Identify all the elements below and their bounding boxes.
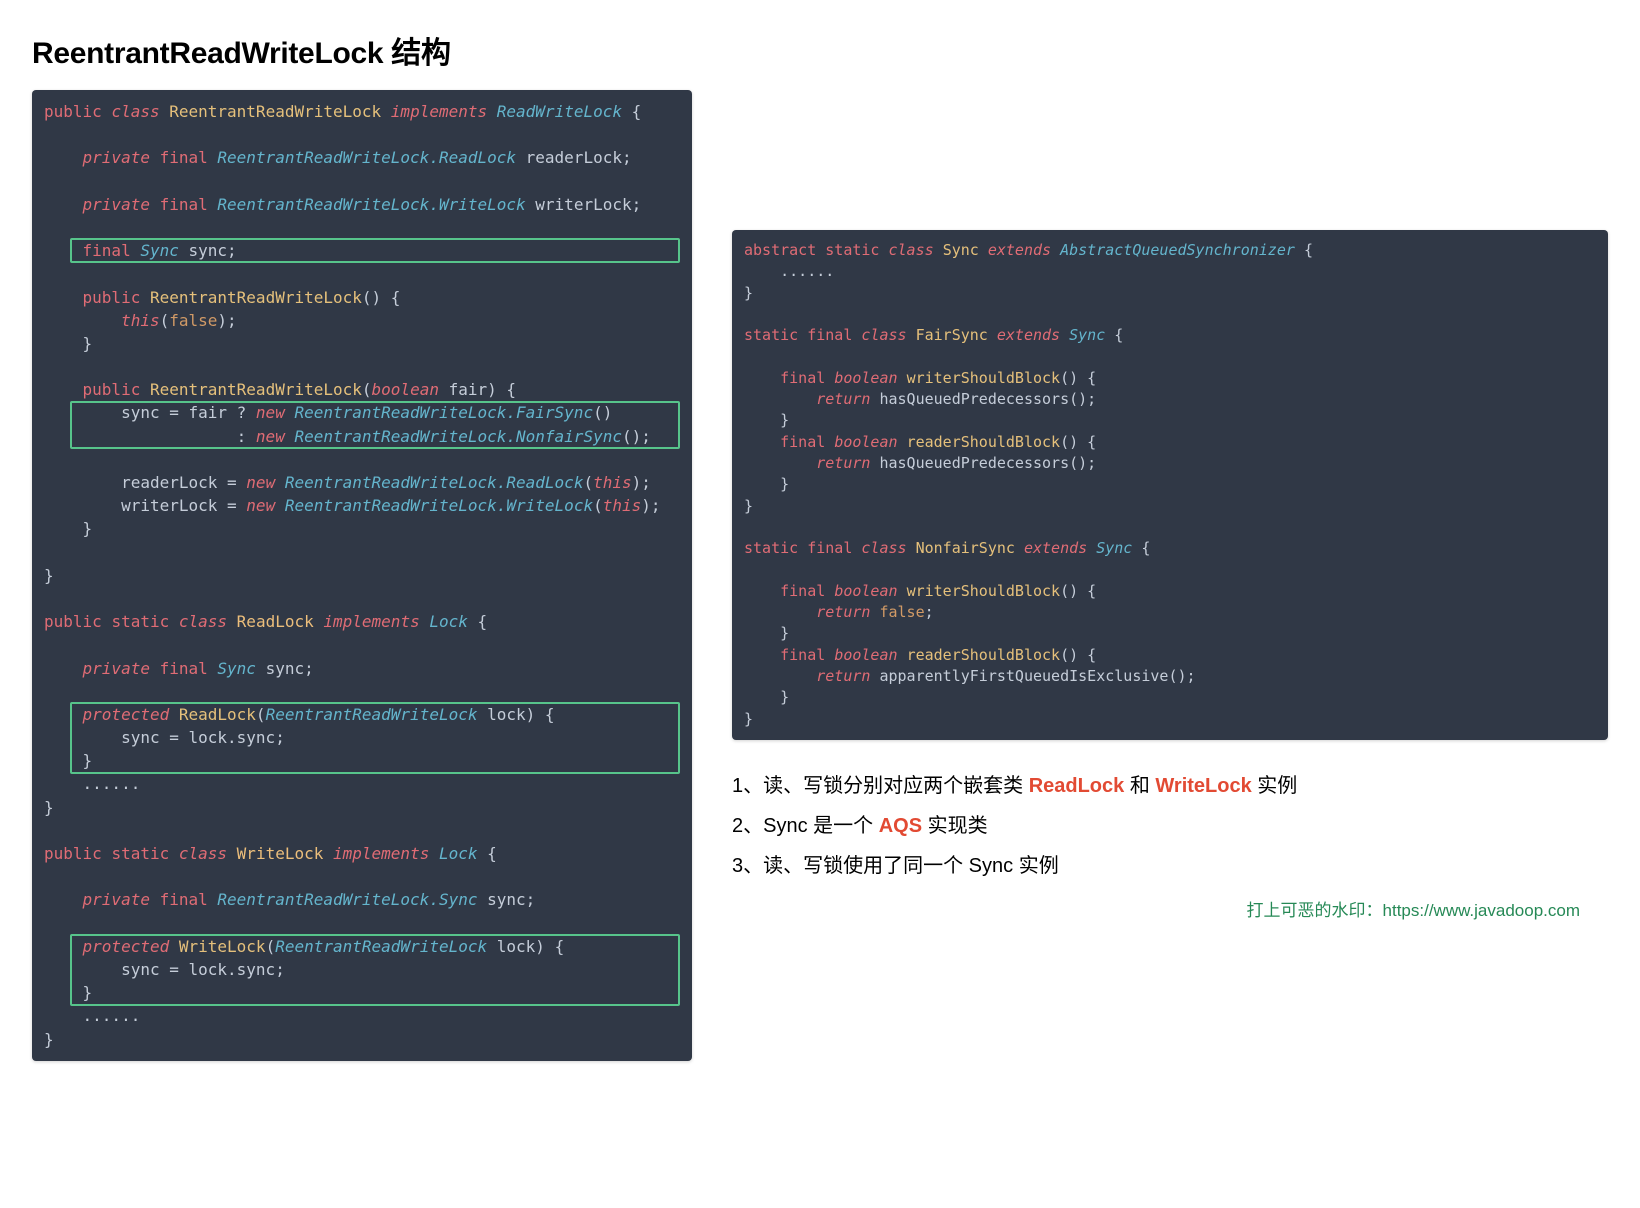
content-columns: public class ReentrantReadWriteLock impl…: [32, 90, 1608, 1097]
note-line: 1、读、写锁分别对应两个嵌套类 ReadLock 和 WriteLock 实例: [732, 776, 1608, 796]
notes-list: 1、读、写锁分别对应两个嵌套类 ReadLock 和 WriteLock 实例 2…: [732, 776, 1608, 876]
left-column: public class ReentrantReadWriteLock impl…: [32, 90, 692, 1097]
watermark: 打上可恶的水印：https://www.javadoop.com: [1247, 896, 1580, 921]
note-line: 3、读、写锁使用了同一个 Sync 实例: [732, 856, 1608, 876]
code-block-left: public class ReentrantReadWriteLock impl…: [32, 90, 692, 1061]
code-block-right: abstract static class Sync extends Abstr…: [732, 230, 1608, 740]
right-column: abstract static class Sync extends Abstr…: [732, 90, 1608, 921]
page-title: ReentrantReadWriteLock 结构: [32, 28, 1608, 72]
note-line: 2、Sync 是一个 AQS 实现类: [732, 816, 1608, 836]
